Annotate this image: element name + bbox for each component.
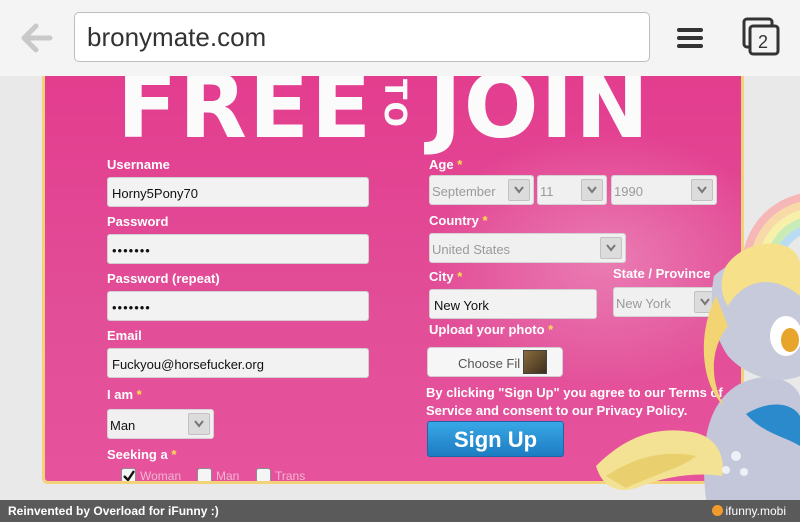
seeking-man-label: Man: [216, 469, 240, 483]
browser-toolbar: bronymate.com 2: [0, 0, 800, 77]
i-am-value: Man: [110, 418, 136, 433]
tabs-button[interactable]: 2: [740, 16, 782, 58]
password-field[interactable]: •••••••: [107, 234, 369, 264]
country-label: Country *: [429, 213, 488, 228]
seeking-man-checkbox[interactable]: [197, 468, 212, 481]
smiley-icon: [711, 505, 723, 516]
age-month-select[interactable]: September: [429, 175, 534, 205]
password-label: Password: [107, 214, 169, 229]
tab-count: 2: [758, 32, 769, 52]
upload-label: Upload your photo *: [429, 322, 554, 337]
chevron-down-icon: [581, 179, 603, 201]
menu-icon[interactable]: [676, 26, 704, 50]
i-am-label: I am *: [107, 387, 142, 402]
required-mark: *: [548, 322, 554, 337]
seeking-woman-checkbox[interactable]: [121, 468, 136, 481]
required-mark: *: [457, 157, 463, 172]
email-field[interactable]: Fuckyou@horsefucker.org: [107, 348, 369, 378]
age-year-select[interactable]: 1990: [611, 175, 717, 205]
web-page: FREE TO JOIN Username Horny5Pony70 Passw…: [0, 76, 800, 500]
address-bar[interactable]: bronymate.com: [74, 12, 650, 62]
password-repeat-label: Password (repeat): [107, 271, 220, 286]
required-mark: *: [457, 269, 463, 284]
seeking-trans-label: Trans: [275, 469, 306, 483]
required-mark: *: [482, 213, 488, 228]
age-label: Age *: [429, 157, 463, 172]
watermark-site: ifunny.mobi: [711, 504, 786, 518]
city-label: City *: [429, 269, 463, 284]
required-mark: *: [171, 447, 177, 462]
checkmark-icon: [123, 470, 135, 481]
seeking-trans-checkbox[interactable]: [256, 468, 271, 481]
headline-free: FREE: [117, 76, 374, 158]
city-field[interactable]: New York: [429, 289, 597, 319]
photo-thumbnail: [523, 350, 547, 374]
username-label: Username: [107, 157, 170, 172]
password-repeat-field[interactable]: •••••••: [107, 291, 369, 321]
chevron-down-icon: [691, 179, 713, 201]
email-label: Email: [107, 328, 142, 343]
chevron-down-icon: [508, 179, 530, 201]
i-am-select[interactable]: Man: [107, 409, 214, 439]
pony-illustration: [596, 243, 800, 500]
chevron-down-icon: [188, 413, 210, 435]
watermark-text: Reinvented by Overload for iFunny :): [8, 504, 219, 518]
required-mark: *: [136, 387, 142, 402]
watermark-bar: Reinvented by Overload for iFunny :) ifu…: [0, 500, 800, 522]
username-field[interactable]: Horny5Pony70: [107, 177, 369, 207]
url-text: bronymate.com: [87, 22, 267, 52]
headline-to: TO: [377, 79, 412, 129]
seeking-woman-label: Woman: [140, 469, 182, 483]
seeking-label: Seeking a *: [107, 447, 177, 462]
headline-join: JOIN: [429, 76, 651, 158]
sign-up-button[interactable]: Sign Up: [427, 421, 564, 457]
age-day-select[interactable]: 11: [537, 175, 607, 205]
back-arrow-icon[interactable]: [18, 22, 54, 54]
